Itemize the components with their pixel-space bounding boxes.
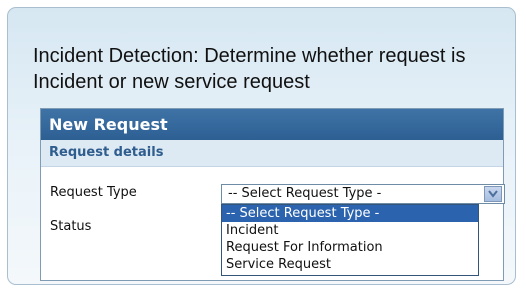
- dropdown-option-incident[interactable]: Incident: [222, 222, 478, 239]
- chevron-down-icon[interactable]: [484, 186, 502, 202]
- status-label: Status: [50, 219, 92, 234]
- caption-line-1: Incident Detection: Determine whether re…: [33, 45, 466, 67]
- section-title: Request details: [41, 140, 503, 167]
- request-type-select-value: -- Select Request Type -: [228, 186, 382, 201]
- figure-card: Incident Detection: Determine whether re…: [7, 7, 516, 285]
- request-type-dropdown: -- Select Request Type - Incident Reques…: [221, 204, 479, 276]
- caption: Incident Detection: Determine whether re…: [33, 43, 513, 95]
- dropdown-option-service-request[interactable]: Service Request: [222, 256, 478, 273]
- panel-title: New Request: [41, 109, 503, 140]
- request-type-select[interactable]: -- Select Request Type -: [221, 184, 505, 204]
- new-request-panel: New Request Request details Request Type…: [40, 108, 505, 281]
- dropdown-option-select-request-type[interactable]: -- Select Request Type -: [222, 205, 478, 222]
- caption-line-2: Incident or new service request: [33, 71, 310, 93]
- request-type-label: Request Type: [50, 185, 137, 200]
- dropdown-option-request-for-information[interactable]: Request For Information: [222, 239, 478, 256]
